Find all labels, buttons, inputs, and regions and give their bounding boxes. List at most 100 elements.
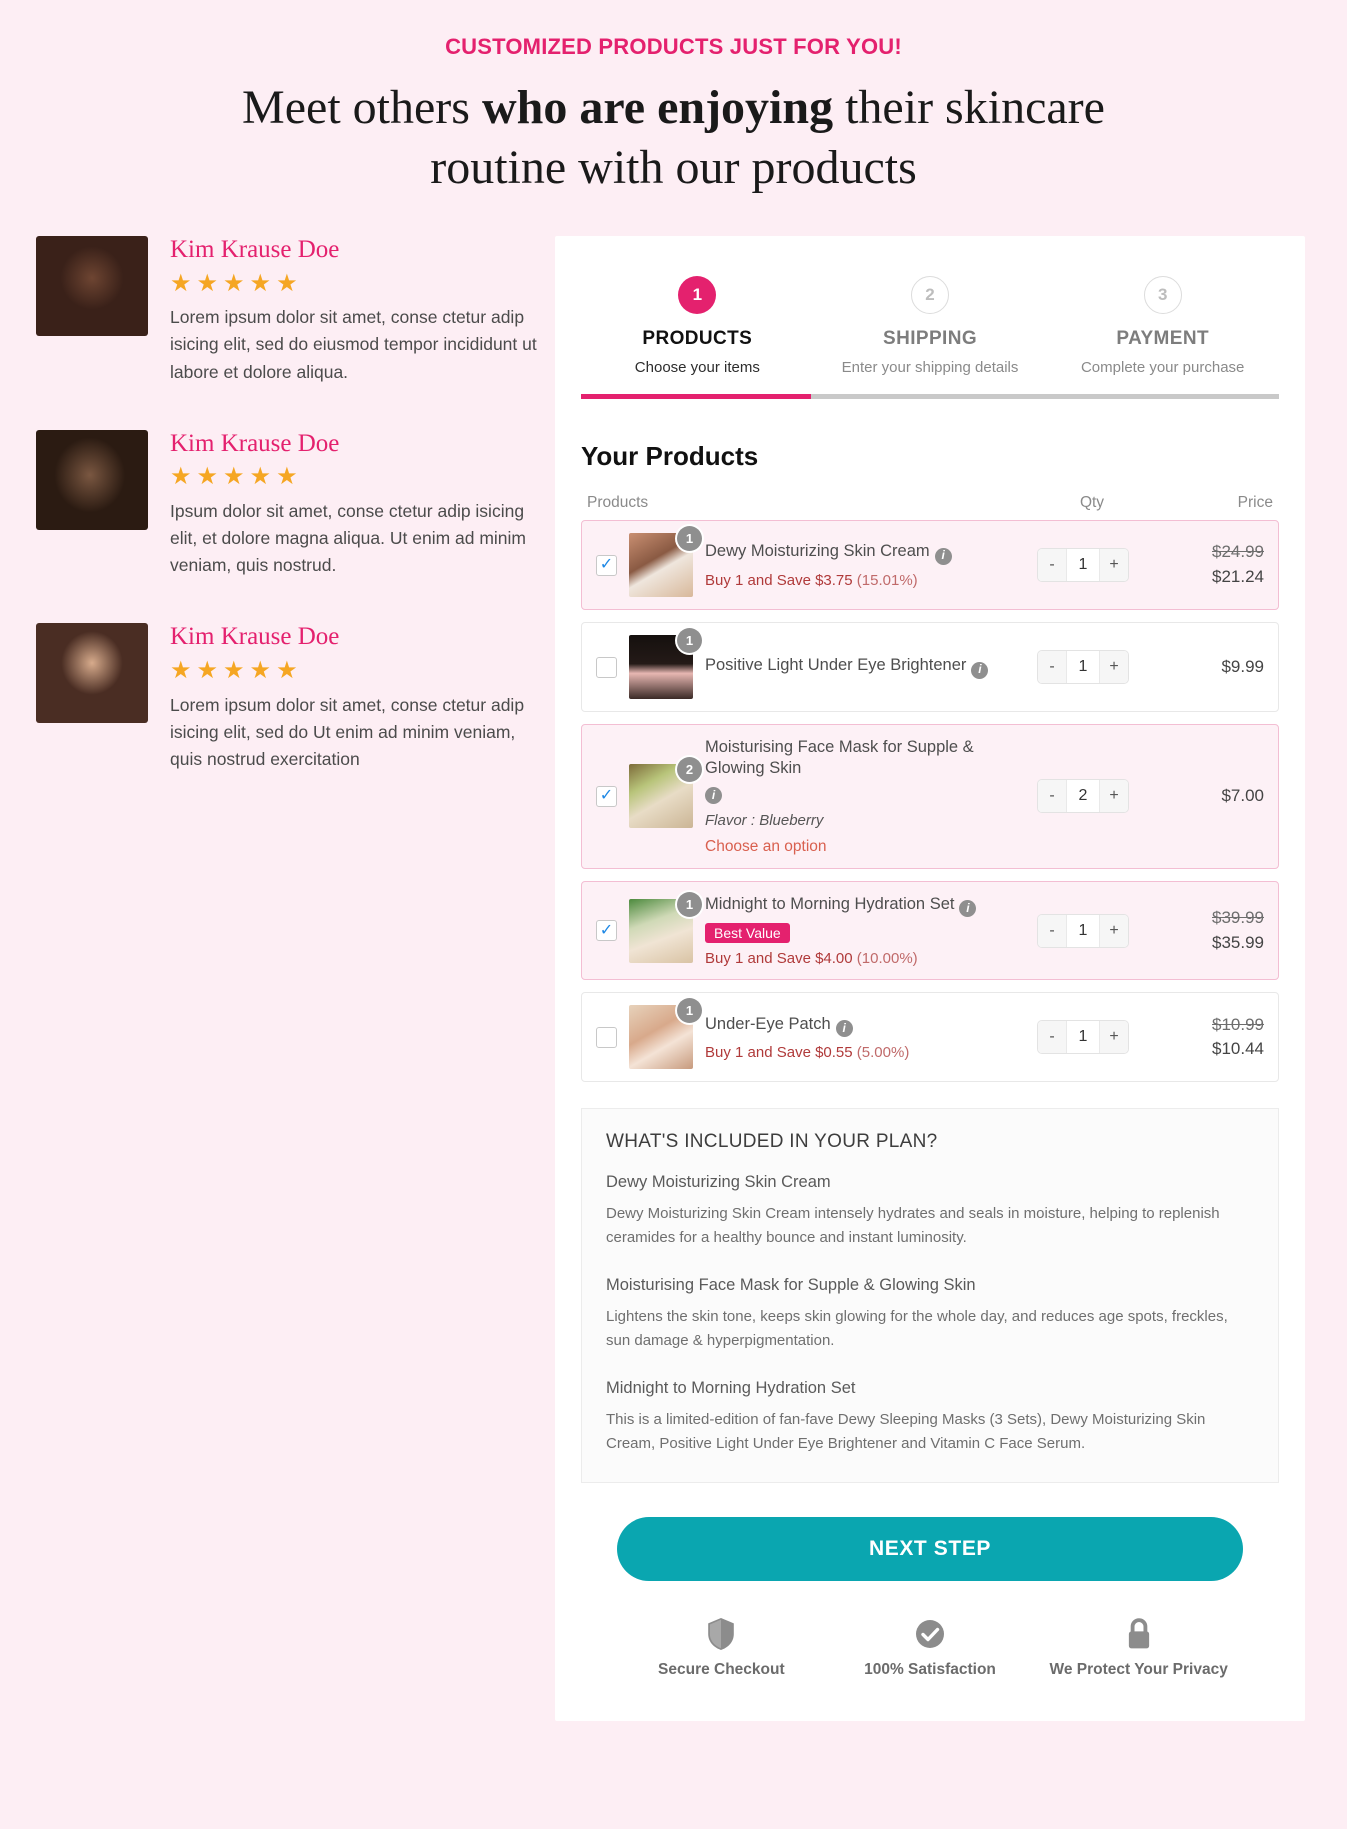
quantity-value[interactable]: 2 [1066, 780, 1100, 813]
testimonial-author: Kim Krause Doe [170, 429, 340, 457]
quantity-stepper[interactable]: - 1 + [1020, 1020, 1146, 1055]
product-row[interactable]: 1 Under-Eye Patch i Buy 1 and Save $0.55 … [581, 992, 1279, 1083]
product-qty-badge: 1 [677, 526, 702, 551]
info-icon[interactable]: i [959, 900, 977, 918]
choose-option-link[interactable]: Choose an option [705, 838, 1010, 856]
testimonials-column: Kim Krause Doe ★★★★★ Lorem ipsum dolor s… [0, 236, 545, 1721]
product-table-header: Products Qty Price [581, 494, 1279, 520]
product-checkbox[interactable]: ✓ [596, 554, 617, 576]
quantity-stepper[interactable]: - 1 + [1020, 913, 1146, 948]
savings-percent: (5.00%) [856, 1043, 910, 1061]
step-products[interactable]: 1 PRODUCTS Choose your items [581, 276, 814, 376]
quantity-increment-button[interactable]: + [1100, 549, 1128, 581]
progress-bar-fill [581, 394, 812, 399]
quantity-decrement-button[interactable]: - [1038, 549, 1066, 581]
product-qty-badge: 2 [677, 757, 702, 783]
eyebrow-text: CUSTOMIZED PRODUCTS JUST FOR YOU! [445, 34, 902, 59]
product-row[interactable]: 1 Positive Light Under Eye Brightener i -… [581, 622, 1279, 712]
product-info: Under-Eye Patch i Buy 1 and Save $0.55 (5… [705, 1014, 1020, 1061]
info-icon[interactable]: i [835, 1019, 853, 1037]
product-row[interactable]: ✓ 1 Midnight to Morning Hydration Set i B… [581, 880, 1279, 981]
check-circle-icon [826, 1617, 1035, 1651]
cta-wrapper: NEXT STEP [581, 1517, 1279, 1582]
variant-label: Flavor : [705, 811, 756, 829]
trust-badges: Secure Checkout 100% Satisfaction We Pro… [581, 1617, 1279, 1679]
step-shipping[interactable]: 2 SHIPPING Enter your shipping details [814, 276, 1047, 376]
your-products-heading: Your Products [581, 441, 759, 471]
headline-part-1: Meet others [242, 81, 482, 134]
step-subtitle: Enter your shipping details [841, 359, 1019, 376]
column-header-qty: Qty [1079, 494, 1105, 511]
product-name-line: Positive Light Under Eye Brightener i [705, 655, 1010, 679]
trust-label: We Protect Your Privacy [1049, 1661, 1228, 1679]
product-qty-badge: 1 [677, 891, 702, 917]
testimonial-author: Kim Krause Doe [170, 236, 340, 263]
quantity-stepper[interactable]: - 2 + [1020, 779, 1146, 814]
info-icon[interactable]: i [705, 786, 722, 804]
product-savings: Buy 1 and Save $3.75 (15.01%) [705, 572, 1010, 589]
product-row[interactable]: ✓ 1 Dewy Moisturizing Skin Cream i Buy 1 … [581, 520, 1279, 610]
price-original: $39.99 [1212, 907, 1264, 927]
headline-emphasis: who are enjoying [481, 81, 834, 134]
product-thumbnail-wrap: 2 [629, 757, 702, 829]
price-original: $24.99 [1212, 542, 1264, 562]
star-rating-icon: ★★★★★ [170, 269, 303, 297]
product-name: Dewy Moisturizing Skin Cream [705, 542, 930, 561]
page-title: Meet others who are enjoying their skinc… [224, 78, 1124, 198]
best-value-badge: Best Value [705, 923, 790, 944]
main-content: Kim Krause Doe ★★★★★ Lorem ipsum dolor s… [0, 236, 1347, 1722]
quantity-value[interactable]: 1 [1066, 549, 1100, 581]
price-original: $10.99 [1212, 1014, 1264, 1034]
quantity-stepper[interactable]: - 1 + [1020, 548, 1146, 582]
product-price: $24.99 $21.24 [1146, 540, 1264, 589]
product-row[interactable]: ✓ 2 Moisturising Face Mask for Supple & … [581, 724, 1279, 869]
quantity-decrement-button[interactable]: - [1038, 651, 1066, 683]
next-step-button[interactable]: NEXT STEP [617, 1517, 1243, 1582]
savings-text: Buy 1 and Save $4.00 [705, 950, 853, 968]
quantity-increment-button[interactable]: + [1100, 780, 1128, 813]
product-checkbox[interactable] [596, 1026, 617, 1048]
product-savings: Buy 1 and Save $0.55 (5.00%) [705, 1044, 1010, 1061]
product-variant: Flavor : Blueberry [705, 812, 1010, 829]
avatar [36, 236, 148, 336]
info-icon[interactable]: i [971, 661, 989, 679]
info-icon[interactable]: i [934, 547, 952, 565]
product-name: Positive Light Under Eye Brightener [705, 656, 967, 675]
product-price: $7.00 [1146, 784, 1264, 809]
product-checkbox[interactable]: ✓ [596, 785, 617, 807]
quantity-stepper[interactable]: - 1 + [1020, 650, 1146, 684]
product-name-line: Under-Eye Patch i [705, 1014, 1010, 1037]
step-subtitle: Complete your purchase [1080, 359, 1245, 376]
step-title: PAYMENT [1116, 328, 1209, 349]
checkout-card: 1 PRODUCTS Choose your items 2 SHIPPING … [555, 236, 1305, 1722]
plan-item-description: This is a limited-edition of fan-fave De… [606, 1411, 1206, 1453]
quantity-value[interactable]: 1 [1066, 651, 1100, 683]
trust-label: 100% Satisfaction [864, 1661, 996, 1679]
step-number-badge: 1 [678, 276, 717, 314]
plan-item-description: Lightens the skin tone, keeps skin glowi… [606, 1308, 1228, 1350]
shield-icon [617, 1617, 826, 1651]
price-current: $9.99 [1221, 656, 1264, 676]
step-title: PRODUCTS [642, 328, 753, 349]
avatar [36, 429, 148, 530]
step-payment[interactable]: 3 PAYMENT Complete your purchase [1046, 276, 1279, 376]
quantity-increment-button[interactable]: + [1100, 914, 1128, 947]
quantity-value[interactable]: 1 [1066, 914, 1100, 947]
product-checkbox[interactable]: ✓ [596, 920, 617, 942]
quantity-decrement-button[interactable]: - [1038, 780, 1066, 813]
product-info: Midnight to Morning Hydration Set i Best … [705, 894, 1020, 967]
quantity-decrement-button[interactable]: - [1038, 1021, 1066, 1054]
price-current: $35.99 [1212, 932, 1264, 952]
quantity-value[interactable]: 1 [1066, 1021, 1100, 1054]
quantity-decrement-button[interactable]: - [1038, 914, 1066, 947]
checkout-stepper: 1 PRODUCTS Choose your items 2 SHIPPING … [581, 276, 1279, 376]
avatar [36, 623, 148, 724]
product-checkbox[interactable] [596, 656, 617, 678]
testimonial-text: Ipsum dolor sit amet, conse ctetur adip … [170, 500, 527, 576]
quantity-increment-button[interactable]: + [1100, 651, 1128, 683]
product-thumbnail-wrap: 1 [629, 526, 702, 597]
product-price: $10.99 $10.44 [1146, 1013, 1264, 1062]
testimonial-text: Lorem ipsum dolor sit amet, conse ctetur… [170, 694, 525, 769]
savings-text: Buy 1 and Save $0.55 [705, 1043, 853, 1061]
quantity-increment-button[interactable]: + [1100, 1021, 1128, 1054]
